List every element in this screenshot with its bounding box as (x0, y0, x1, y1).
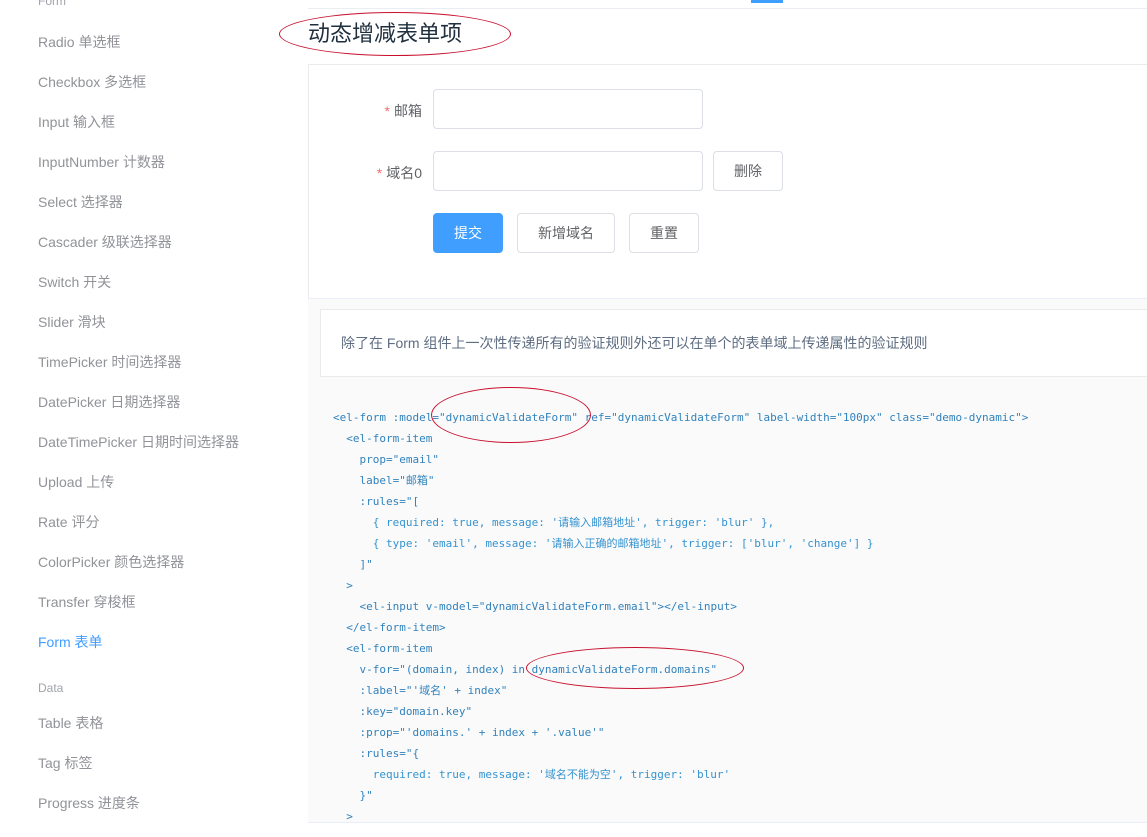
code-line: <el-input v-model="dynamicValidateForm.e… (333, 600, 737, 613)
sidebar-item-datepicker[interactable]: DatePicker 日期选择器 (38, 392, 180, 412)
active-tab-indicator (751, 0, 783, 3)
code-line: v-for="(domain, index) in dynamicValidat… (333, 663, 718, 676)
required-mark: * (384, 103, 390, 119)
domain-form-label: * 域名0 (302, 163, 422, 183)
email-input[interactable] (433, 89, 703, 129)
email-form-label: * 邮箱 (302, 101, 422, 121)
description-text: 除了在 Form 组件上一次性传递所有的验证规则外还可以在单个的表单域上传递属性… (320, 309, 1147, 377)
code-line: :prop="'domains.' + index + '.value'" (333, 726, 605, 739)
sidebar-item-form[interactable]: Form 表单 (38, 632, 103, 652)
code-line: { required: true, message: '请输入邮箱地址', tr… (333, 516, 775, 529)
code-line: { type: 'email', message: '请输入正确的邮箱地址', … (333, 537, 874, 550)
code-line: <el-form-item (333, 642, 433, 655)
domain-input[interactable] (433, 151, 703, 191)
code-line: required: true, message: '域名不能为空', trigg… (333, 768, 731, 781)
code-line: </el-form-item> (333, 621, 446, 634)
domain-label: 域名0 (386, 165, 422, 181)
submit-button[interactable]: 提交 (433, 213, 503, 253)
sidebar-item-cascader[interactable]: Cascader 级联选择器 (38, 232, 172, 252)
sidebar-group-data: Data (38, 681, 64, 695)
required-mark: * (376, 165, 383, 181)
sidebar-item-slider[interactable]: Slider 滑块 (38, 312, 106, 332)
code-line: label="邮箱" (333, 474, 435, 487)
sidebar: Form Radio 单选框 Checkbox 多选框 Input 输入框 In… (0, 0, 308, 836)
code-line: :label="'域名' + index" (333, 684, 508, 697)
sidebar-item-upload[interactable]: Upload 上传 (38, 472, 114, 492)
sidebar-item-timepicker[interactable]: TimePicker 时间选择器 (38, 352, 181, 372)
code-line: ]" (333, 558, 373, 571)
sidebar-item-radio[interactable]: Radio 单选框 (38, 32, 120, 52)
sidebar-item-input[interactable]: Input 输入框 (38, 112, 115, 132)
delete-domain-button[interactable]: 删除 (713, 151, 783, 191)
add-domain-button[interactable]: 新增域名 (517, 213, 615, 253)
demo-control-bar[interactable] (308, 822, 1147, 837)
code-line: }" (333, 789, 373, 802)
sidebar-item-colorpicker[interactable]: ColorPicker 颜色选择器 (38, 552, 184, 572)
page-title: 动态增减表单项 (308, 21, 463, 46)
sidebar-item-tag[interactable]: Tag 标签 (38, 753, 92, 773)
sidebar-item-select[interactable]: Select 选择器 (38, 192, 123, 212)
sidebar-item-inputnumber[interactable]: InputNumber 计数器 (38, 152, 165, 172)
code-line: prop="email" (333, 453, 439, 466)
code-block: <el-form :model="dynamicValidateForm" re… (333, 407, 1028, 827)
email-label: 邮箱 (394, 103, 422, 119)
sidebar-item-progress[interactable]: Progress 进度条 (38, 793, 140, 813)
sidebar-item-transfer[interactable]: Transfer 穿梭框 (38, 592, 136, 612)
header-divider (308, 8, 1147, 9)
sidebar-item-datetimepicker[interactable]: DateTimePicker 日期时间选择器 (38, 432, 239, 452)
code-line: :key="domain.key" (333, 705, 473, 718)
sidebar-item-table[interactable]: Table 表格 (38, 713, 103, 733)
code-line: > (333, 579, 353, 592)
sidebar-item-rate[interactable]: Rate 评分 (38, 512, 99, 532)
sidebar-item-switch[interactable]: Switch 开关 (38, 272, 111, 292)
code-line: <el-form-item (333, 432, 433, 445)
sidebar-item-checkbox[interactable]: Checkbox 多选框 (38, 72, 146, 92)
code-line: <el-form :model="dynamicValidateForm" re… (333, 411, 1029, 424)
code-meta-block: 除了在 Form 组件上一次性传递所有的验证规则外还可以在单个的表单域上传递属性… (308, 298, 1147, 837)
code-line: :rules="[ (333, 495, 420, 508)
code-line: :rules="{ (333, 747, 420, 760)
sidebar-group-form: Form (38, 0, 66, 8)
reset-button[interactable]: 重置 (629, 213, 699, 253)
